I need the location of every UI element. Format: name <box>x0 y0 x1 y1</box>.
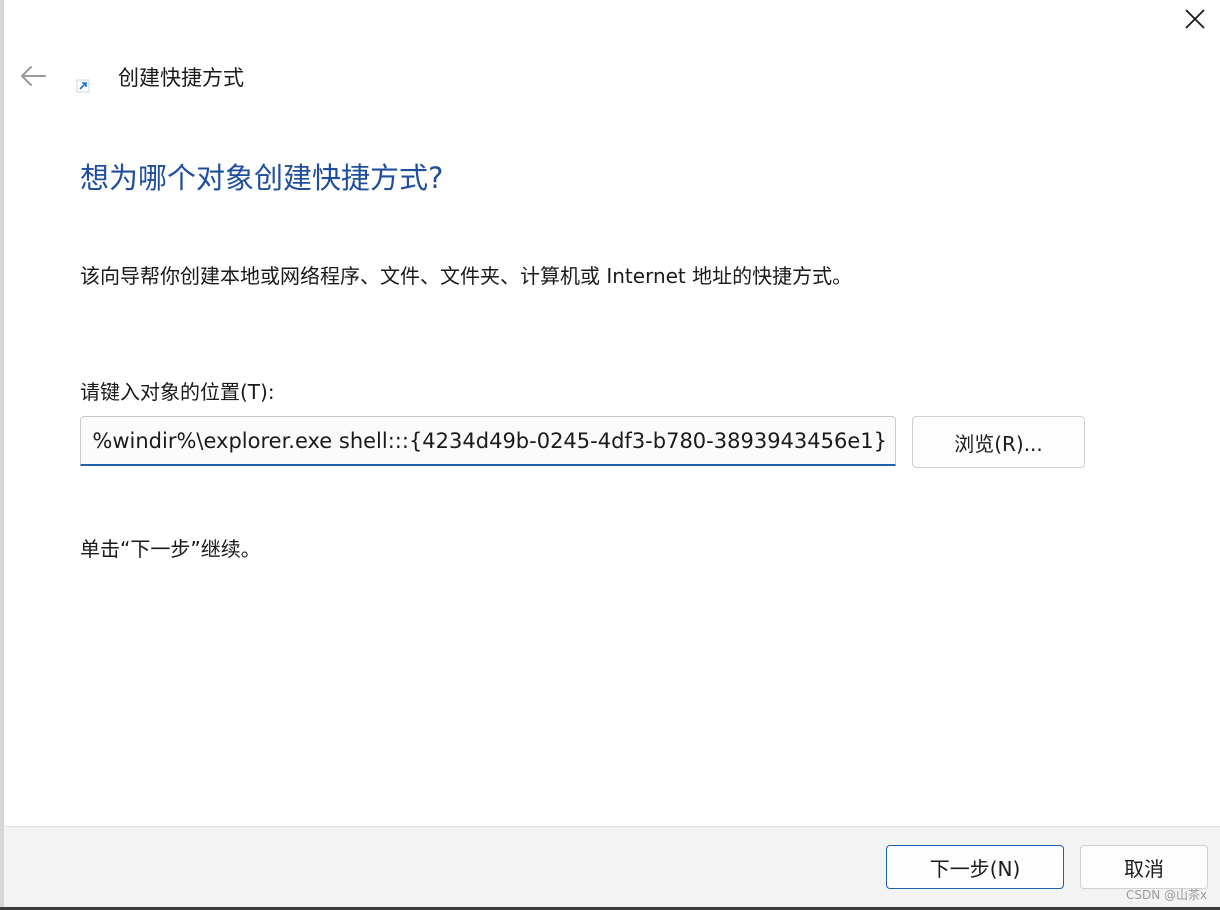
window-title: 创建快捷方式 <box>118 66 244 90</box>
back-arrow-icon <box>21 66 46 86</box>
browse-button[interactable]: 浏览(R)... <box>912 416 1085 468</box>
page-heading: 想为哪个对象创建快捷方式? <box>80 161 444 195</box>
close-button[interactable] <box>1170 0 1220 38</box>
back-button[interactable] <box>14 58 52 94</box>
location-input[interactable]: %windir%\explorer.exe shell:::{4234d49b-… <box>80 416 896 466</box>
shortcut-icon <box>76 79 90 93</box>
cancel-button[interactable]: 取消 <box>1080 845 1208 889</box>
wizard-description: 该向导帮你创建本地或网络程序、文件、文件夹、计算机或 Internet 地址的快… <box>80 264 853 288</box>
instruction-text: 单击“下一步”继续。 <box>80 537 261 561</box>
location-label: 请键入对象的位置(T): <box>80 380 275 404</box>
close-icon <box>1185 9 1205 29</box>
watermark: CSDN @山茶x <box>1126 888 1208 902</box>
next-button[interactable]: 下一步(N) <box>886 845 1064 889</box>
window-left-border <box>0 0 4 910</box>
location-input-value: %windir%\explorer.exe shell:::{4234d49b-… <box>92 428 887 453</box>
